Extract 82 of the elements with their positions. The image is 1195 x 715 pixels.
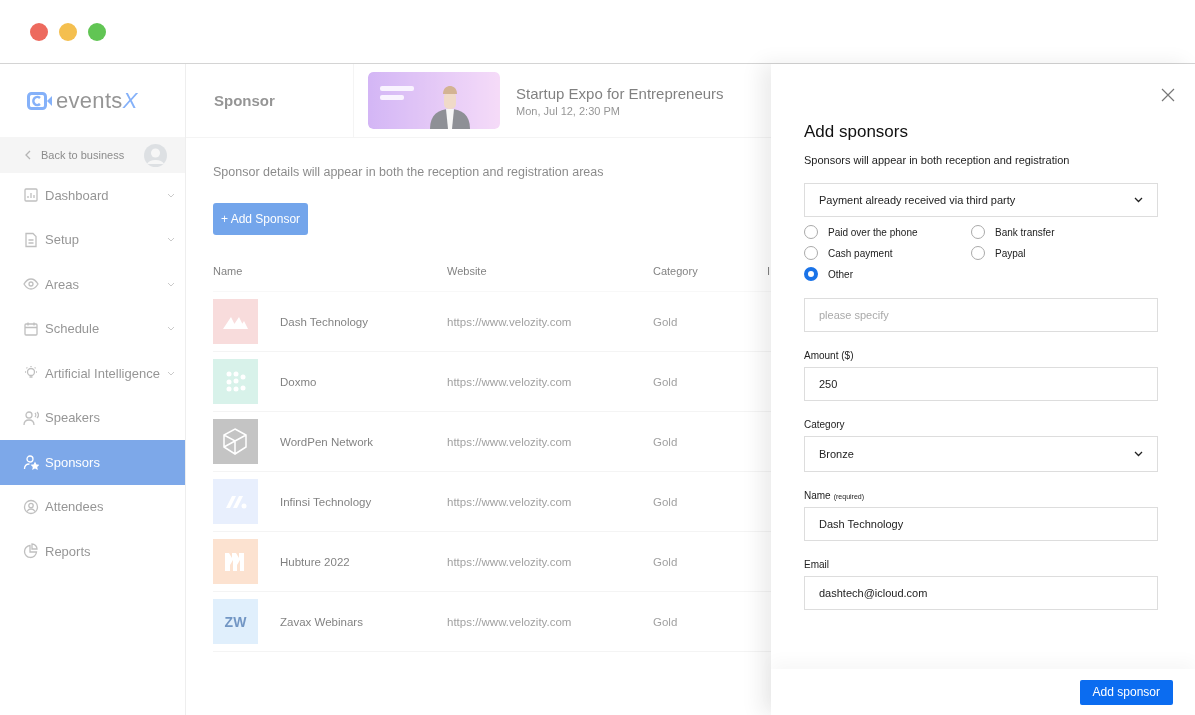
sponsor-logo [213,359,258,404]
logo-wordmark: eventsX [56,87,138,114]
sidebar-item[interactable]: Speakers [0,395,185,440]
category-cell-text: Gold [653,555,679,568]
sidebar-item[interactable]: Setup [0,217,185,262]
sponsor-name: WordPen Network [280,435,374,448]
panel-title: Add sponsors [804,122,909,142]
eye-icon [23,276,39,293]
field-label: Category [804,419,845,430]
chevron-down-icon [1134,451,1143,457]
chevron-down-icon[interactable] [167,281,175,287]
sponsor-name: Doxmo [280,375,317,388]
sidebar-item[interactable]: Schedule [0,306,185,351]
category-cell-text: Gold [653,435,679,448]
column-header: Name [213,265,244,277]
sponsor-name: Infinsi Technology [280,495,372,508]
sidebar-item[interactable]: Dashboard [0,173,185,218]
add-sponsor-button[interactable]: Add sponsor [1079,679,1173,705]
page-title: Sponsor [186,64,354,137]
field-label: Amount ($) [804,350,854,361]
chart-icon [23,187,39,204]
chevron-down-icon[interactable] [167,192,175,198]
add-sponsor-button[interactable]: + Add Sponsor [213,203,309,235]
website-cell-text: https://www.velozity.com [447,375,573,388]
radio-label[interactable]: Paypal [995,247,1026,259]
input-field[interactable]: 250 [804,367,1158,401]
panel-subtitle: Sponsors will appear in both reception and registration [804,154,1071,166]
field-label: Name [804,490,831,501]
sponsor-logo [213,539,258,584]
user-circle-icon [23,498,39,515]
radio-label[interactable]: Cash payment [828,247,893,259]
calendar-icon [23,320,39,337]
category-dropdown[interactable]: Bronze [804,436,1158,472]
specify-field[interactable]: please specify [804,298,1158,332]
column-header: I [767,265,771,277]
input-field[interactable]: dashtech@icloud.com [804,576,1158,610]
description: Sponsor details will appear in both the reception and registration areas [213,165,605,179]
website-cell-text: https://www.velozity.com [447,495,573,508]
sponsor-logo [213,419,258,464]
website-cell-text: https://www.velozity.com [447,435,573,448]
pie-chart-icon [23,543,39,560]
website-cell-text: https://www.velozity.com [447,555,573,568]
avatar-icon[interactable] [144,143,167,167]
user-star-icon [23,454,39,471]
website-cell-text: https://www.velozity.com [447,615,573,628]
column-header: Website [447,265,488,277]
back-link[interactable]: Back to business [41,149,134,161]
event-date: Mon, Jul 12, 2:30 PM [516,104,621,117]
chevron-down-icon [1134,197,1143,203]
column-header: Category [653,265,699,277]
website-cell-text: https://www.velozity.com [447,315,573,328]
sponsor-logo [213,299,258,344]
window-controls-icon[interactable] [29,21,107,42]
logo-icon [27,91,53,110]
sponsor-logo: ZW [213,599,258,644]
payment-dropdown[interactable]: Payment already received via third party [804,183,1158,217]
sidebar-item[interactable]: Reports [0,529,185,574]
sponsor-name: Dash Technology [280,315,368,328]
chevron-down-icon[interactable] [167,370,175,376]
category-cell-text: Gold [653,315,679,328]
chevron-down-icon[interactable] [167,326,175,332]
sidebar-item[interactable]: Attendees [0,484,185,529]
sidebar-item[interactable]: Sponsors [0,440,185,485]
sponsor-name: Zavax Webinars [280,615,363,628]
event-title: Startup Expo for Entrepreneurs [516,84,724,102]
sponsor-name: Hubture 2022 [280,555,350,568]
category-cell-text: Gold [653,375,679,388]
speaker-icon [23,409,39,426]
close-icon[interactable] [1161,88,1175,102]
input-field[interactable]: Dash Technology [804,507,1158,541]
category-cell-text: Gold [653,615,679,628]
field-label: Email [804,559,829,570]
radio-label[interactable]: Bank transfer [995,226,1055,238]
sidebar-item[interactable]: Areas [0,262,185,307]
chevron-down-icon[interactable] [167,237,175,243]
sidebar-item[interactable]: Artificial Intelligence [0,351,185,396]
radio-label[interactable]: Other [828,268,853,280]
radio-button[interactable] [804,267,818,281]
chevron-left-icon[interactable] [25,150,31,160]
category-cell-text: Gold [653,495,679,508]
document-icon [23,231,39,248]
radio-label[interactable]: Paid over the phone [828,226,918,238]
